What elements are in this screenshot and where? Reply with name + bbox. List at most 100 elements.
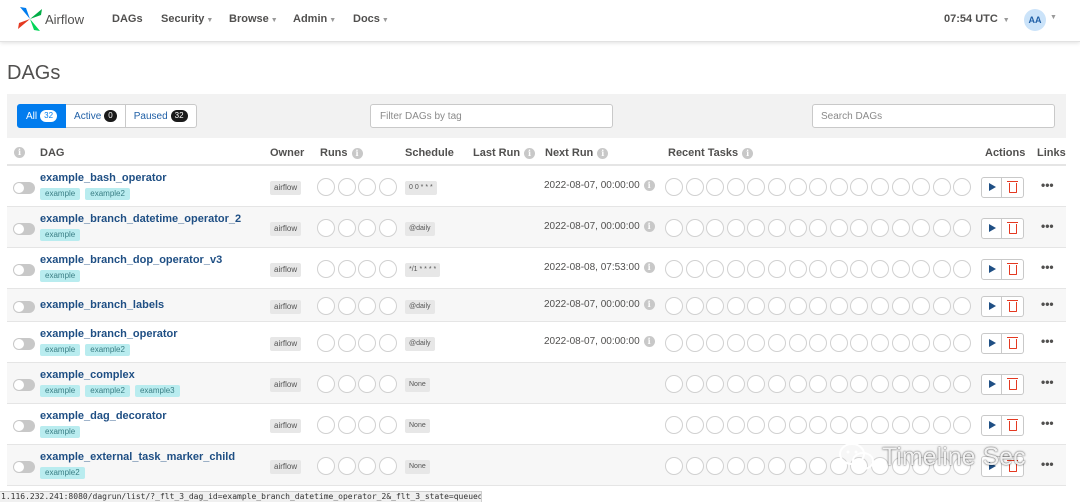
links-menu-icon[interactable]: ••• <box>1041 297 1054 311</box>
info-icon[interactable]: i <box>643 335 655 347</box>
run-state-circle[interactable] <box>358 374 377 393</box>
run-state-circle[interactable] <box>358 218 377 237</box>
dag-tag[interactable]: example <box>40 188 81 200</box>
column-owner[interactable]: Owner <box>270 147 304 159</box>
links-menu-icon[interactable]: ••• <box>1041 375 1054 389</box>
dag-link[interactable]: example_branch_dop_operator_v3 <box>40 254 222 266</box>
run-state-circle[interactable] <box>337 218 356 237</box>
dag-pause-toggle[interactable] <box>13 337 35 350</box>
dag-tag[interactable]: example <box>40 229 81 241</box>
task-state-circle[interactable] <box>665 415 683 434</box>
trigger-dag-button[interactable] <box>981 414 1002 436</box>
task-state-circle[interactable] <box>932 177 951 196</box>
tag-filter-input[interactable]: Filter DAGs by tag <box>370 104 613 128</box>
trigger-dag-button[interactable] <box>981 332 1002 354</box>
run-state-circle[interactable] <box>337 456 356 475</box>
dag-link[interactable]: example_complex <box>40 369 135 381</box>
task-state-circle[interactable] <box>685 259 704 278</box>
utc-clock[interactable]: 07:54 UTC ▼ <box>944 13 1010 25</box>
trigger-dag-button[interactable] <box>981 295 1002 317</box>
dag-link[interactable]: example_branch_labels <box>40 299 164 311</box>
task-state-circle[interactable] <box>850 333 869 352</box>
dag-tag[interactable]: example <box>40 385 81 397</box>
task-state-circle[interactable] <box>788 218 807 237</box>
task-state-circle[interactable] <box>850 259 869 278</box>
task-state-circle[interactable] <box>829 218 848 237</box>
dag-link[interactable]: example_dag_decorator <box>40 410 167 422</box>
task-state-circle[interactable] <box>809 259 828 278</box>
info-icon[interactable]: i <box>597 147 609 159</box>
task-state-circle[interactable] <box>829 296 848 315</box>
task-state-circle[interactable] <box>706 259 725 278</box>
owner-badge[interactable]: airflow <box>270 221 302 236</box>
task-state-circle[interactable] <box>788 259 807 278</box>
nav-admin[interactable]: Admin ▼ <box>293 13 336 25</box>
delete-dag-button[interactable] <box>1002 258 1024 280</box>
task-state-circle[interactable] <box>870 333 889 352</box>
task-state-circle[interactable] <box>850 374 869 393</box>
trigger-dag-button[interactable] <box>981 217 1002 239</box>
run-state-circle[interactable] <box>337 415 356 434</box>
task-state-circle[interactable] <box>809 415 828 434</box>
schedule-badge[interactable]: @daily <box>405 299 435 314</box>
run-state-circle[interactable] <box>317 296 335 315</box>
owner-badge[interactable]: airflow <box>270 418 302 433</box>
trigger-dag-button[interactable] <box>981 176 1002 198</box>
run-state-circle[interactable] <box>378 415 397 434</box>
task-state-circle[interactable] <box>829 259 848 278</box>
filter-all-button[interactable]: All 32 <box>17 104 67 128</box>
task-state-circle[interactable] <box>891 177 910 196</box>
run-state-circle[interactable] <box>378 218 397 237</box>
dag-tag[interactable]: example3 <box>134 385 180 397</box>
task-state-circle[interactable] <box>665 259 683 278</box>
column-next-run[interactable]: Next Run i <box>545 147 609 159</box>
info-icon[interactable]: i <box>742 147 754 159</box>
task-state-circle[interactable] <box>932 218 951 237</box>
task-state-circle[interactable] <box>850 415 869 434</box>
task-state-circle[interactable] <box>767 177 786 196</box>
run-state-circle[interactable] <box>337 333 356 352</box>
task-state-circle[interactable] <box>870 218 889 237</box>
task-state-circle[interactable] <box>665 296 683 315</box>
run-state-circle[interactable] <box>317 333 335 352</box>
task-state-circle[interactable] <box>706 296 725 315</box>
task-state-circle[interactable] <box>870 296 889 315</box>
task-state-circle[interactable] <box>665 374 683 393</box>
task-state-circle[interactable] <box>747 456 766 475</box>
dag-pause-toggle[interactable] <box>13 300 35 313</box>
schedule-badge[interactable]: None <box>405 377 430 392</box>
task-state-circle[interactable] <box>953 333 972 352</box>
task-state-circle[interactable] <box>788 296 807 315</box>
task-state-circle[interactable] <box>747 415 766 434</box>
run-state-circle[interactable] <box>358 259 377 278</box>
task-state-circle[interactable] <box>726 415 745 434</box>
nav-dags[interactable]: DAGs <box>112 13 143 25</box>
trigger-dag-button[interactable] <box>981 258 1002 280</box>
task-state-circle[interactable] <box>891 259 910 278</box>
nav-security[interactable]: Security ▼ <box>161 13 213 25</box>
task-state-circle[interactable] <box>747 259 766 278</box>
task-state-circle[interactable] <box>932 259 951 278</box>
task-state-circle[interactable] <box>685 374 704 393</box>
task-state-circle[interactable] <box>809 456 828 475</box>
dag-link[interactable]: example_branch_datetime_operator_2 <box>40 213 241 225</box>
task-state-circle[interactable] <box>665 218 683 237</box>
delete-dag-button[interactable] <box>1002 373 1024 395</box>
info-icon[interactable]: i <box>524 147 536 159</box>
owner-badge[interactable]: airflow <box>270 299 302 314</box>
task-state-circle[interactable] <box>912 333 931 352</box>
owner-badge[interactable]: airflow <box>270 459 302 474</box>
task-state-circle[interactable] <box>932 333 951 352</box>
delete-dag-button[interactable] <box>1002 414 1024 436</box>
owner-badge[interactable]: airflow <box>270 180 302 195</box>
task-state-circle[interactable] <box>726 177 745 196</box>
task-state-circle[interactable] <box>726 333 745 352</box>
task-state-circle[interactable] <box>891 415 910 434</box>
task-state-circle[interactable] <box>829 415 848 434</box>
task-state-circle[interactable] <box>685 218 704 237</box>
task-state-circle[interactable] <box>788 333 807 352</box>
run-state-circle[interactable] <box>358 296 377 315</box>
filter-paused-button[interactable]: Paused 32 <box>125 104 197 128</box>
task-state-circle[interactable] <box>912 296 931 315</box>
task-state-circle[interactable] <box>706 456 725 475</box>
